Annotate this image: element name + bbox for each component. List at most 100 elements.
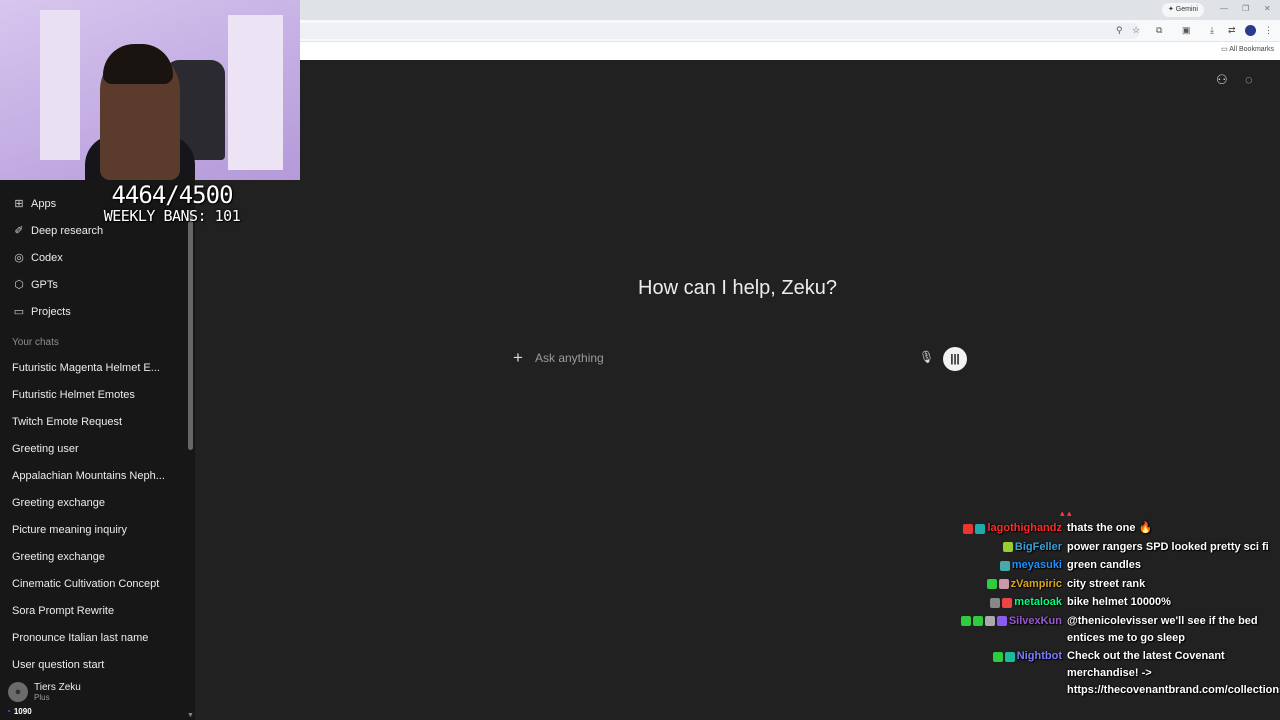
translate-icon[interactable]: ⇄ xyxy=(1228,25,1236,35)
badge-icon xyxy=(999,560,1010,571)
address-bar[interactable] xyxy=(300,23,1140,39)
viewer-icon: ◔ xyxy=(6,707,11,716)
chat-message: BigFeller power rangers SPD looked pretty… xyxy=(940,539,1280,556)
chat-message-text: @thenicolevisser we'll see if the bed en… xyxy=(1067,614,1258,644)
badge-icon xyxy=(998,579,1009,589)
chat-history-item[interactable]: Futuristic Helmet Emotes xyxy=(0,381,186,408)
ask-input[interactable] xyxy=(535,348,895,368)
gemini-button[interactable]: ✦ Gemini xyxy=(1162,3,1204,17)
viewer-count: ◔ 1090 xyxy=(6,707,32,716)
badge-icon xyxy=(960,616,971,626)
badge-icon xyxy=(1002,597,1013,608)
chat-history-item[interactable]: Greeting exchange xyxy=(0,489,186,516)
page-title: How can I help, Zeku? xyxy=(638,277,837,299)
webcam-background xyxy=(40,10,80,160)
extensions-icon[interactable]: ⧉ xyxy=(1156,25,1162,35)
chat-history-item[interactable]: Sora Prompt Rewrite xyxy=(0,597,186,624)
chat-username[interactable]: metaloak xyxy=(1014,594,1062,611)
weekly-bans: WEEKLY BANS: 101 xyxy=(103,207,241,225)
sidebar-item-label: GPTs xyxy=(31,278,58,291)
chat-username[interactable]: zVampiric xyxy=(1011,576,1062,593)
streamer-hair xyxy=(103,44,173,84)
chat-history-item[interactable]: Picture meaning inquiry xyxy=(0,516,186,543)
minimize-icon[interactable]: — xyxy=(1220,4,1228,13)
scroll-down-icon[interactable]: ▼ xyxy=(187,712,194,719)
chat-message-text: power rangers SPD looked pretty sci fi xyxy=(1067,540,1269,553)
sidebar-item-codex[interactable]: ◎ Codex xyxy=(0,244,190,271)
chat-history-item[interactable]: Cinematic Cultivation Concept xyxy=(0,570,186,597)
chat-message-author: SilvexKun xyxy=(940,613,1067,630)
share-user-icon[interactable]: ⚇ xyxy=(1216,72,1228,88)
chat-history-item[interactable]: Futuristic Magenta Helmet E... xyxy=(0,354,186,381)
chat-message-author: zVampiric xyxy=(940,576,1067,593)
codex-icon: ◎ xyxy=(14,252,24,264)
your-chats-heading: Your chats xyxy=(12,337,59,348)
profile-avatar[interactable] xyxy=(1245,25,1256,36)
temporary-chat-icon[interactable]: ◌ xyxy=(1245,72,1253,87)
chat-history-item[interactable]: Greeting user xyxy=(0,435,186,462)
sidebar-scrollbar[interactable] xyxy=(188,210,193,450)
chat-username[interactable]: BigFeller xyxy=(1015,539,1062,556)
voice-mode-button[interactable]: ||| xyxy=(943,347,967,371)
chat-history-item[interactable]: Pronounce Italian last name xyxy=(0,624,186,651)
emote-icon: ▴ ▴ xyxy=(1060,512,1072,518)
user-account-button[interactable]: ● Tiers Zeku Plus xyxy=(8,682,81,702)
badge-icon xyxy=(963,523,974,534)
badge-icon xyxy=(984,616,995,626)
sidebar-item-gpts[interactable]: ⬡ GPTs xyxy=(0,271,190,298)
menu-kebab-icon[interactable]: ⋮ xyxy=(1264,25,1273,35)
waveform-icon: ||| xyxy=(950,353,960,365)
telescope-icon: ✐ xyxy=(14,225,24,237)
chat-message-author: BigFeller xyxy=(940,539,1067,556)
webcam-feed xyxy=(0,0,300,180)
chat-message-text: green candles xyxy=(1067,559,1141,571)
ban-counter: 4464/4500 xyxy=(111,181,233,209)
stream-chat-overlay: ▴ ▴ lagothighandz thats the one 🔥 BigFelle… xyxy=(940,512,1280,701)
microphone-icon[interactable]: 🎙 xyxy=(919,350,934,364)
chat-history-item[interactable]: Greeting exchange xyxy=(0,543,186,570)
download-icon[interactable]: ⤓ xyxy=(1210,25,1214,35)
badge-icon xyxy=(975,523,986,534)
chat-message: meyasuki green candles xyxy=(940,557,1280,574)
bookmark-star-icon[interactable]: ☆ xyxy=(1132,25,1140,35)
restore-icon[interactable]: ❐ xyxy=(1242,4,1249,13)
composer: + 🎙 ||| xyxy=(505,340,975,378)
chat-message: lagothighandz thats the one 🔥 xyxy=(940,520,1280,537)
chat-history-item[interactable]: Appalachian Mountains Neph... xyxy=(0,462,186,489)
sidebar-item-projects[interactable]: ▭ Projects xyxy=(0,298,190,325)
chat-history-item[interactable]: User question start xyxy=(0,651,186,678)
chat-message: metaloak bike helmet 10000% xyxy=(940,594,1280,611)
sidebar: ⊞ Apps ✐ Deep research ◎ Codex ⬡ GPTs ▭ Proje… xyxy=(0,180,195,720)
chat-username[interactable]: lagothighandz xyxy=(987,520,1062,537)
zoom-icon[interactable]: ⚲ xyxy=(1116,25,1123,35)
chat-cutoff-row: ▴ ▴ xyxy=(940,512,1280,520)
chat-message-text: bike helmet 10000% xyxy=(1067,596,1171,608)
chat-message: zVampiric city street rank xyxy=(940,576,1280,593)
chat-message-text: thats the one 🔥 xyxy=(1067,522,1153,534)
chat-history-item[interactable]: Twitch Emote Request xyxy=(0,408,186,435)
plus-icon[interactable]: + xyxy=(513,348,523,368)
chat-message-text: Check out the latest Covenant merchandis… xyxy=(1067,650,1280,696)
bookmarks-bar: ▭ All Bookmarks xyxy=(300,42,1280,60)
chat-message-author: metaloak xyxy=(940,594,1067,611)
chat-history-list: Futuristic Magenta Helmet E... Futuristi… xyxy=(0,354,186,678)
sidebar-item-label: Apps xyxy=(31,197,57,210)
badge-icon xyxy=(972,616,983,626)
browser-tabstrip: ✦ Gemini — ❐ ✕ xyxy=(300,0,1280,20)
apps-icon: ⊞ xyxy=(14,198,24,210)
chat-username[interactable]: meyasuki xyxy=(1012,557,1062,574)
chat-username[interactable]: SilvexKun xyxy=(1009,613,1062,630)
browser-toolbar: ⚲ ☆ ⧉ ▣ ⤓ ⇄ ⋮ xyxy=(300,20,1280,42)
user-plan: Plus xyxy=(34,693,50,702)
sidebar-item-label: Projects xyxy=(31,305,71,318)
sidebar-item-label: Codex xyxy=(31,251,63,264)
folder-icon: ▭ xyxy=(13,306,25,318)
badge-icon xyxy=(1004,651,1015,662)
close-icon[interactable]: ✕ xyxy=(1264,4,1271,13)
chat-username[interactable]: Nightbot xyxy=(1017,648,1062,665)
chat-message-author: lagothighandz xyxy=(940,520,1067,537)
all-bookmarks-button[interactable]: ▭ All Bookmarks xyxy=(1221,45,1274,53)
sidebar-item-label: Deep research xyxy=(31,224,104,237)
sidepanel-icon[interactable]: ▣ xyxy=(1182,25,1191,35)
chat-message: SilvexKun @thenicolevisser we'll see if t… xyxy=(940,613,1280,647)
